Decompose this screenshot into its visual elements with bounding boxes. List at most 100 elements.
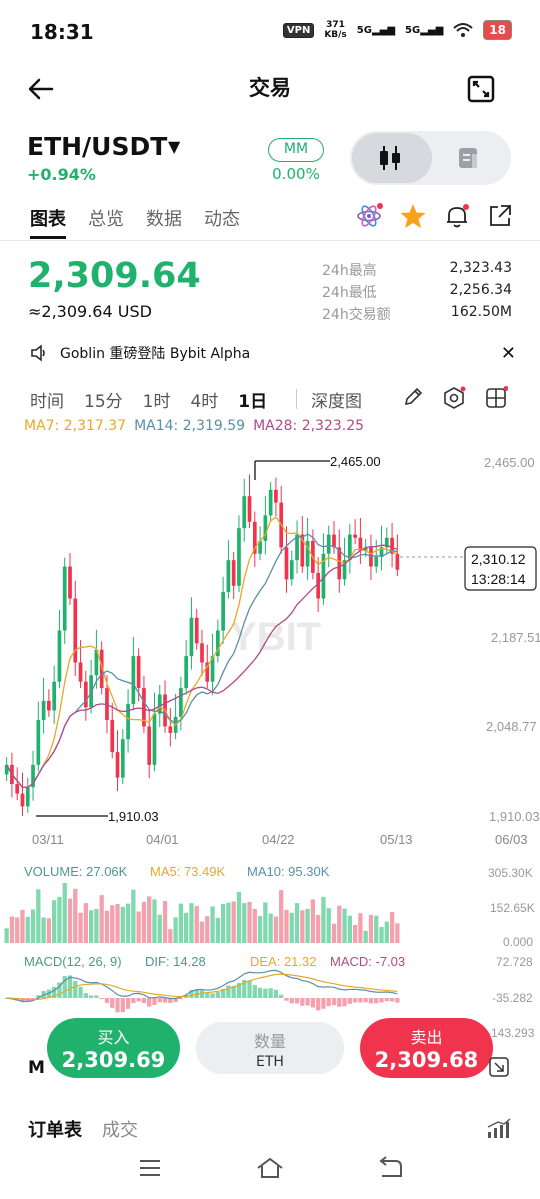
buy-button[interactable]: 买入 2,309.69	[47, 1018, 180, 1078]
battery-icon: 18	[483, 20, 512, 40]
macd-bar	[157, 998, 162, 1003]
tab-data[interactable]: 数据	[146, 205, 182, 239]
speaker-icon	[31, 344, 45, 362]
atom-icon[interactable]	[355, 202, 383, 230]
macd-bar	[352, 998, 358, 1003]
quantity-button[interactable]: 数量 ETH	[196, 1022, 344, 1074]
volume-bar	[189, 903, 194, 943]
volume-bar	[242, 903, 247, 943]
pair-change: +0.94%	[27, 165, 96, 184]
status-icons: VPN 371 KB/s 5G▂▄▆ 5G▂▄▆ 18	[282, 20, 512, 40]
home-icon[interactable]	[255, 1156, 285, 1180]
tab-chart[interactable]: 图表	[30, 205, 66, 239]
candle-body	[395, 553, 400, 570]
high-label: 2,465.00	[330, 454, 381, 469]
tab-overview[interactable]: 总览	[88, 205, 124, 239]
macd-bar	[199, 990, 205, 998]
volume-bar	[310, 899, 316, 943]
menu-icon[interactable]	[138, 1158, 162, 1178]
candle-body	[326, 534, 331, 554]
volume-bar	[358, 913, 363, 943]
buy-label: 买入	[97, 1028, 130, 1047]
tab-tools	[355, 202, 513, 230]
volume-bar	[321, 896, 326, 943]
volume-bar	[147, 896, 152, 943]
macd-bar	[205, 993, 210, 998]
volume-bar	[15, 917, 20, 943]
volume-ma5: MA5: 73.49K	[150, 864, 225, 879]
volume-bar	[152, 899, 157, 943]
interval-time[interactable]: 时间	[30, 387, 64, 412]
volume-bar	[78, 912, 83, 943]
star-icon[interactable]	[399, 202, 427, 230]
trade-panel-icon[interactable]	[456, 144, 482, 172]
close-icon[interactable]: ✕	[501, 343, 516, 364]
pair-symbol[interactable]: ETH/USDT	[27, 132, 167, 161]
countdown-label: 13:28:14	[471, 571, 526, 587]
partial-label: M	[28, 1058, 45, 1078]
volume-bar	[257, 916, 263, 943]
interval-4h[interactable]: 4时	[190, 387, 218, 412]
tab-feed[interactable]: 动态	[204, 205, 240, 239]
bell-icon[interactable]	[443, 202, 471, 230]
vpn-badge: VPN	[282, 22, 315, 38]
candle-body	[120, 739, 125, 778]
candlestick-chart[interactable]: YBIT 2,465.00 1,910.03 2,465.00 2,187.51…	[0, 440, 540, 1060]
candle-body	[152, 713, 157, 765]
quantity-label: 数量	[253, 1032, 286, 1051]
macd-bar	[99, 998, 104, 999]
volume-title: VOLUME: 27.06K	[24, 864, 128, 879]
collapse-icon[interactable]	[488, 1056, 510, 1078]
tab-orderbook[interactable]: 订单表	[28, 1116, 82, 1142]
macd-bar	[115, 998, 120, 1013]
volume-bar	[162, 901, 168, 943]
low-label: 1,910.03	[108, 809, 159, 824]
announcement-bar[interactable]: Goblin 重磅登陆 Bybit Alpha ✕	[30, 343, 520, 364]
interval-15m[interactable]: 15分	[84, 387, 123, 412]
candle-body	[115, 752, 120, 778]
caret-down-icon[interactable]: ▼	[168, 137, 180, 156]
macd-bar	[384, 998, 389, 1002]
volume-bar	[252, 909, 257, 943]
volume-bar	[342, 908, 347, 943]
ma14-label: MA14: 2,319.59	[134, 418, 246, 434]
volume-bar	[4, 928, 9, 943]
stat-turnover: 24h交易额 162.50M	[322, 304, 512, 323]
candle-body	[316, 572, 321, 599]
depth-bars-icon[interactable]	[486, 1118, 512, 1140]
volume-bar	[352, 924, 358, 943]
pencil-icon[interactable]	[402, 386, 424, 408]
status-bar: 18:31 VPN 371 KB/s 5G▂▄▆ 5G▂▄▆ 18	[0, 0, 540, 62]
share-icon[interactable]	[487, 203, 513, 229]
volume-bar	[46, 918, 52, 943]
mm-badge[interactable]: MM	[268, 138, 324, 162]
expand-icon[interactable]	[466, 74, 496, 104]
grid-layout-icon[interactable]	[484, 386, 508, 410]
macd-bar	[337, 998, 342, 1007]
y-tick: 2,048.77	[486, 719, 537, 734]
candle-body	[15, 784, 20, 794]
sell-price: 2,309.68	[374, 1048, 479, 1072]
candle-body	[353, 534, 357, 538]
macd-bar	[389, 998, 395, 1002]
sell-button[interactable]: 卖出 2,309.68	[360, 1018, 493, 1078]
candle-body	[247, 496, 252, 522]
candle-body	[226, 560, 231, 593]
back-nav-icon[interactable]	[376, 1156, 404, 1180]
candles	[4, 474, 400, 816]
interval-1d[interactable]: 1日	[238, 387, 267, 412]
volume-tick: 305.30K	[488, 866, 533, 880]
volume-bar	[173, 917, 178, 943]
volume-bar	[62, 883, 67, 943]
y-tick: 2,187.51	[491, 630, 540, 645]
tab-trades[interactable]: 成交	[102, 1116, 138, 1142]
depth-chart-tab[interactable]: 深度图	[311, 387, 362, 412]
ma-legend: MA7: 2,317.37 MA14: 2,319.59 MA28: 2,323…	[24, 418, 364, 434]
volume-bar	[326, 908, 331, 943]
interval-1h[interactable]: 1时	[143, 387, 171, 412]
price-usd: ≈2,309.64 USD	[28, 302, 152, 321]
volume-bar	[379, 927, 384, 943]
volume-bar	[305, 909, 310, 943]
macd-bar	[247, 980, 252, 998]
indicator-settings-icon[interactable]	[442, 386, 466, 410]
